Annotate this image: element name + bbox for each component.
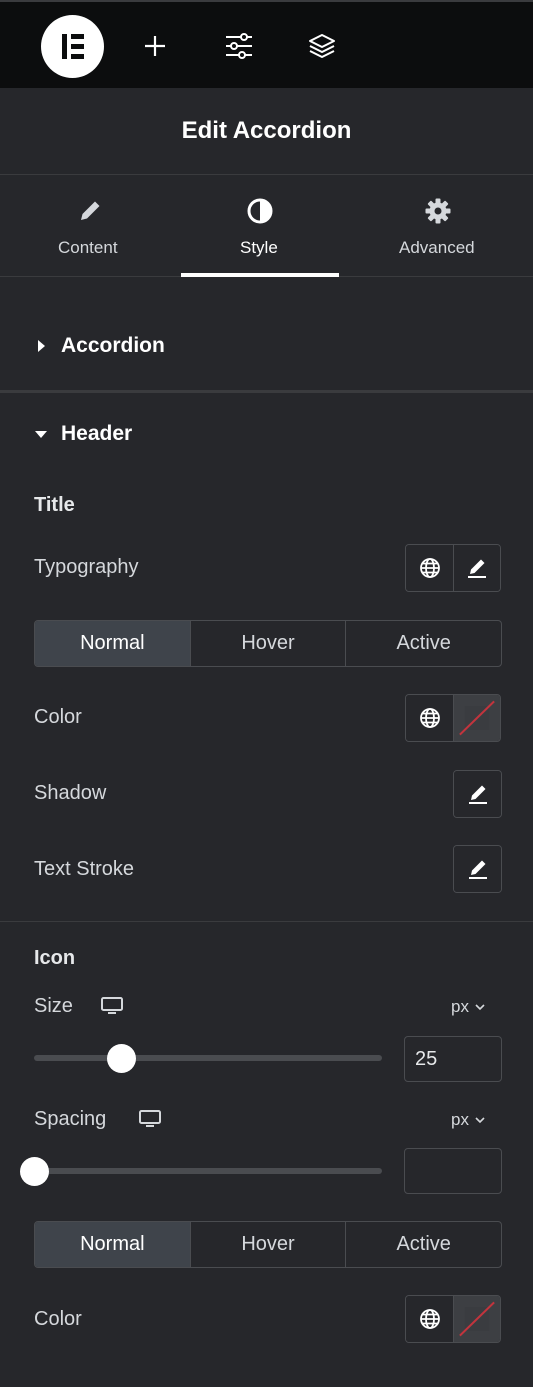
tab-content[interactable]: Content bbox=[0, 175, 181, 277]
pencil-edit-icon bbox=[468, 785, 487, 804]
title-color-picker[interactable] bbox=[453, 695, 500, 741]
section-header-toggle[interactable]: Header bbox=[34, 422, 132, 446]
text-stroke-controls bbox=[453, 845, 502, 893]
no-color-slash-icon bbox=[459, 1301, 495, 1337]
edit-text-stroke-button[interactable] bbox=[454, 846, 501, 892]
typography-label: Typography bbox=[34, 556, 139, 578]
group-divider bbox=[0, 921, 533, 922]
desktop-icon[interactable] bbox=[139, 1110, 161, 1128]
shadow-label: Shadow bbox=[34, 782, 107, 804]
globe-icon bbox=[419, 708, 440, 728]
chevron-down-icon bbox=[475, 1003, 485, 1010]
text-stroke-label: Text Stroke bbox=[34, 858, 135, 880]
section-accordion-toggle[interactable]: Accordion bbox=[34, 334, 165, 358]
edit-typography-button[interactable] bbox=[453, 545, 500, 591]
icon-state-tabs: Normal Hover Active bbox=[34, 1221, 502, 1268]
layers-icon[interactable] bbox=[302, 26, 342, 66]
global-color-button[interactable] bbox=[406, 695, 453, 741]
icon-size-slider-handle[interactable] bbox=[106, 1044, 136, 1073]
section-header-label: Header bbox=[61, 422, 133, 445]
section-divider bbox=[0, 390, 533, 393]
icon-color-picker[interactable] bbox=[453, 1296, 500, 1342]
icon-spacing-label: Spacing bbox=[34, 1108, 107, 1130]
icon-spacing-unit-select[interactable]: px bbox=[451, 1110, 485, 1130]
contrast-icon bbox=[246, 197, 274, 225]
site-settings-icon[interactable] bbox=[219, 26, 259, 66]
edit-shadow-button[interactable] bbox=[454, 771, 501, 817]
panel-title: Edit Accordion bbox=[0, 88, 533, 175]
icon-spacing-input[interactable] bbox=[404, 1148, 502, 1194]
tab-style-label: Style bbox=[240, 238, 278, 257]
section-accordion-label: Accordion bbox=[61, 334, 165, 357]
gear-icon bbox=[424, 197, 452, 225]
pencil-edit-icon bbox=[468, 860, 487, 879]
no-color-slash-icon bbox=[459, 700, 495, 736]
title-state-normal[interactable]: Normal bbox=[35, 621, 190, 666]
tab-advanced-label: Advanced bbox=[399, 238, 475, 257]
global-icon-color-button[interactable] bbox=[406, 1296, 453, 1342]
add-element-icon[interactable] bbox=[135, 26, 175, 66]
global-typography-button[interactable] bbox=[406, 545, 453, 591]
icon-size-input[interactable] bbox=[404, 1036, 502, 1082]
title-state-hover[interactable]: Hover bbox=[189, 621, 346, 666]
globe-icon bbox=[419, 558, 440, 578]
title-color-controls bbox=[405, 694, 501, 742]
globe-icon bbox=[419, 1309, 440, 1329]
chevron-down-icon bbox=[475, 1116, 485, 1123]
title-color-label: Color bbox=[34, 706, 82, 728]
caret-right-icon bbox=[34, 339, 48, 353]
icon-state-active[interactable]: Active bbox=[345, 1222, 501, 1267]
tab-content-label: Content bbox=[58, 238, 118, 257]
top-toolbar bbox=[0, 0, 533, 88]
icon-spacing-slider[interactable] bbox=[34, 1168, 382, 1174]
icon-state-hover[interactable]: Hover bbox=[189, 1222, 346, 1267]
icon-heading: Icon bbox=[34, 947, 76, 969]
icon-spacing-slider-handle[interactable] bbox=[19, 1157, 49, 1186]
shadow-controls bbox=[453, 770, 502, 818]
icon-color-controls bbox=[405, 1295, 501, 1343]
title-state-active[interactable]: Active bbox=[345, 621, 501, 666]
tab-advanced[interactable]: Advanced bbox=[339, 175, 533, 277]
icon-spacing-unit: px bbox=[451, 1110, 469, 1129]
title-heading: Title bbox=[34, 494, 75, 516]
title-state-tabs: Normal Hover Active bbox=[34, 620, 502, 667]
tab-style[interactable]: Style bbox=[181, 175, 339, 277]
elementor-logo-icon[interactable] bbox=[41, 15, 104, 78]
icon-size-unit-select[interactable]: px bbox=[451, 997, 485, 1017]
icon-size-unit: px bbox=[451, 997, 469, 1016]
caret-down-icon bbox=[34, 429, 48, 439]
pencil-icon bbox=[76, 197, 104, 225]
active-tab-indicator bbox=[181, 273, 339, 277]
icon-size-label: Size bbox=[34, 995, 73, 1017]
typography-controls bbox=[405, 544, 501, 592]
icon-color-label: Color bbox=[34, 1308, 82, 1330]
icon-size-slider[interactable] bbox=[34, 1055, 382, 1061]
desktop-icon[interactable] bbox=[101, 997, 123, 1015]
pencil-edit-icon bbox=[468, 559, 486, 578]
icon-state-normal[interactable]: Normal bbox=[35, 1222, 190, 1267]
panel-tabs: Content Style Advanced bbox=[0, 175, 533, 277]
